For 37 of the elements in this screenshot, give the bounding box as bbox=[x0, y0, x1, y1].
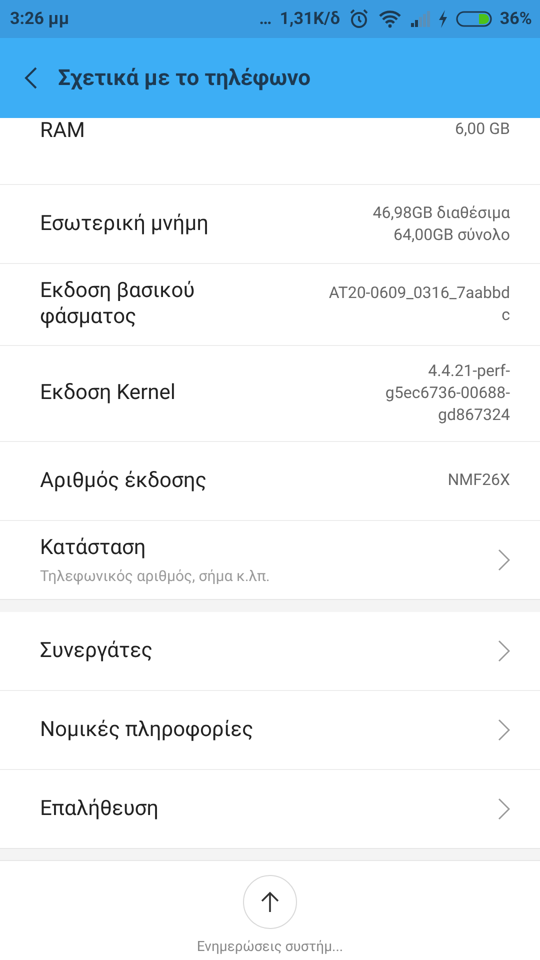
settings-item[interactable]: Κατάσταση Τηλεφωνικός αριθμός, σήμα κ.λπ. bbox=[0, 520, 540, 599]
battery-icon bbox=[456, 11, 492, 27]
signal-icon bbox=[410, 11, 430, 27]
chevron-right-icon bbox=[498, 548, 510, 571]
status-time: 3:26 μμ bbox=[10, 9, 70, 29]
back-icon bbox=[24, 66, 38, 90]
setting-label: Εσωτερική μνήμη bbox=[40, 210, 209, 238]
settings-item[interactable]: Επαλήθευση bbox=[0, 770, 540, 848]
chevron-right-icon bbox=[498, 640, 510, 662]
setting-label: RAM bbox=[40, 118, 85, 144]
chevron-right-icon bbox=[498, 718, 510, 741]
chevron-right-icon bbox=[498, 798, 510, 820]
network-speed: 1,31K/δ bbox=[280, 9, 340, 29]
setting-value: 46,98GB διαθέσιμα 64,00GB σύνολο bbox=[372, 202, 510, 246]
setting-value: 4.4.21-perf- g5ec6736-00688- gd867324 bbox=[385, 360, 510, 426]
battery-percentage: 36% bbox=[500, 9, 532, 29]
setting-label: Κατάσταση bbox=[40, 534, 147, 561]
setting-label: Εκδοση βασικού φάσματος bbox=[40, 278, 196, 330]
up-arrow-icon bbox=[260, 891, 280, 913]
wifi-icon bbox=[378, 10, 402, 28]
setting-value: AT20-0609_0316_7aabbd c bbox=[328, 282, 510, 326]
setting-label: Εκδοση Kernel bbox=[40, 380, 176, 406]
page-title: Σχετικά με το τηλέφωνο bbox=[58, 66, 311, 90]
setting-label: Επαλήθευση bbox=[40, 796, 159, 822]
setting-value: NMF26X bbox=[448, 469, 510, 492]
settings-item[interactable]: Νομικές πληροφορίες bbox=[0, 690, 540, 770]
update-label: Ενημερώσεις συστήμ... bbox=[196, 939, 344, 955]
setting-label: Αριθμός έκδοσης bbox=[40, 468, 207, 494]
settings-item[interactable]: Συνεργάτες bbox=[0, 612, 540, 691]
setting-label: Νομικές πληροφορίες bbox=[40, 716, 254, 744]
setting-value: 6,00 GB bbox=[455, 118, 510, 140]
setting-subtitle: Τηλεφωνικός αριθμός, σήμα κ.λπ. bbox=[40, 566, 270, 585]
setting-label: Συνεργάτες bbox=[40, 638, 153, 664]
update-button[interactable] bbox=[243, 875, 297, 929]
charging-bolt-icon bbox=[438, 10, 448, 28]
notification-dots: … bbox=[259, 9, 272, 29]
alarm-clock-icon bbox=[348, 8, 370, 30]
